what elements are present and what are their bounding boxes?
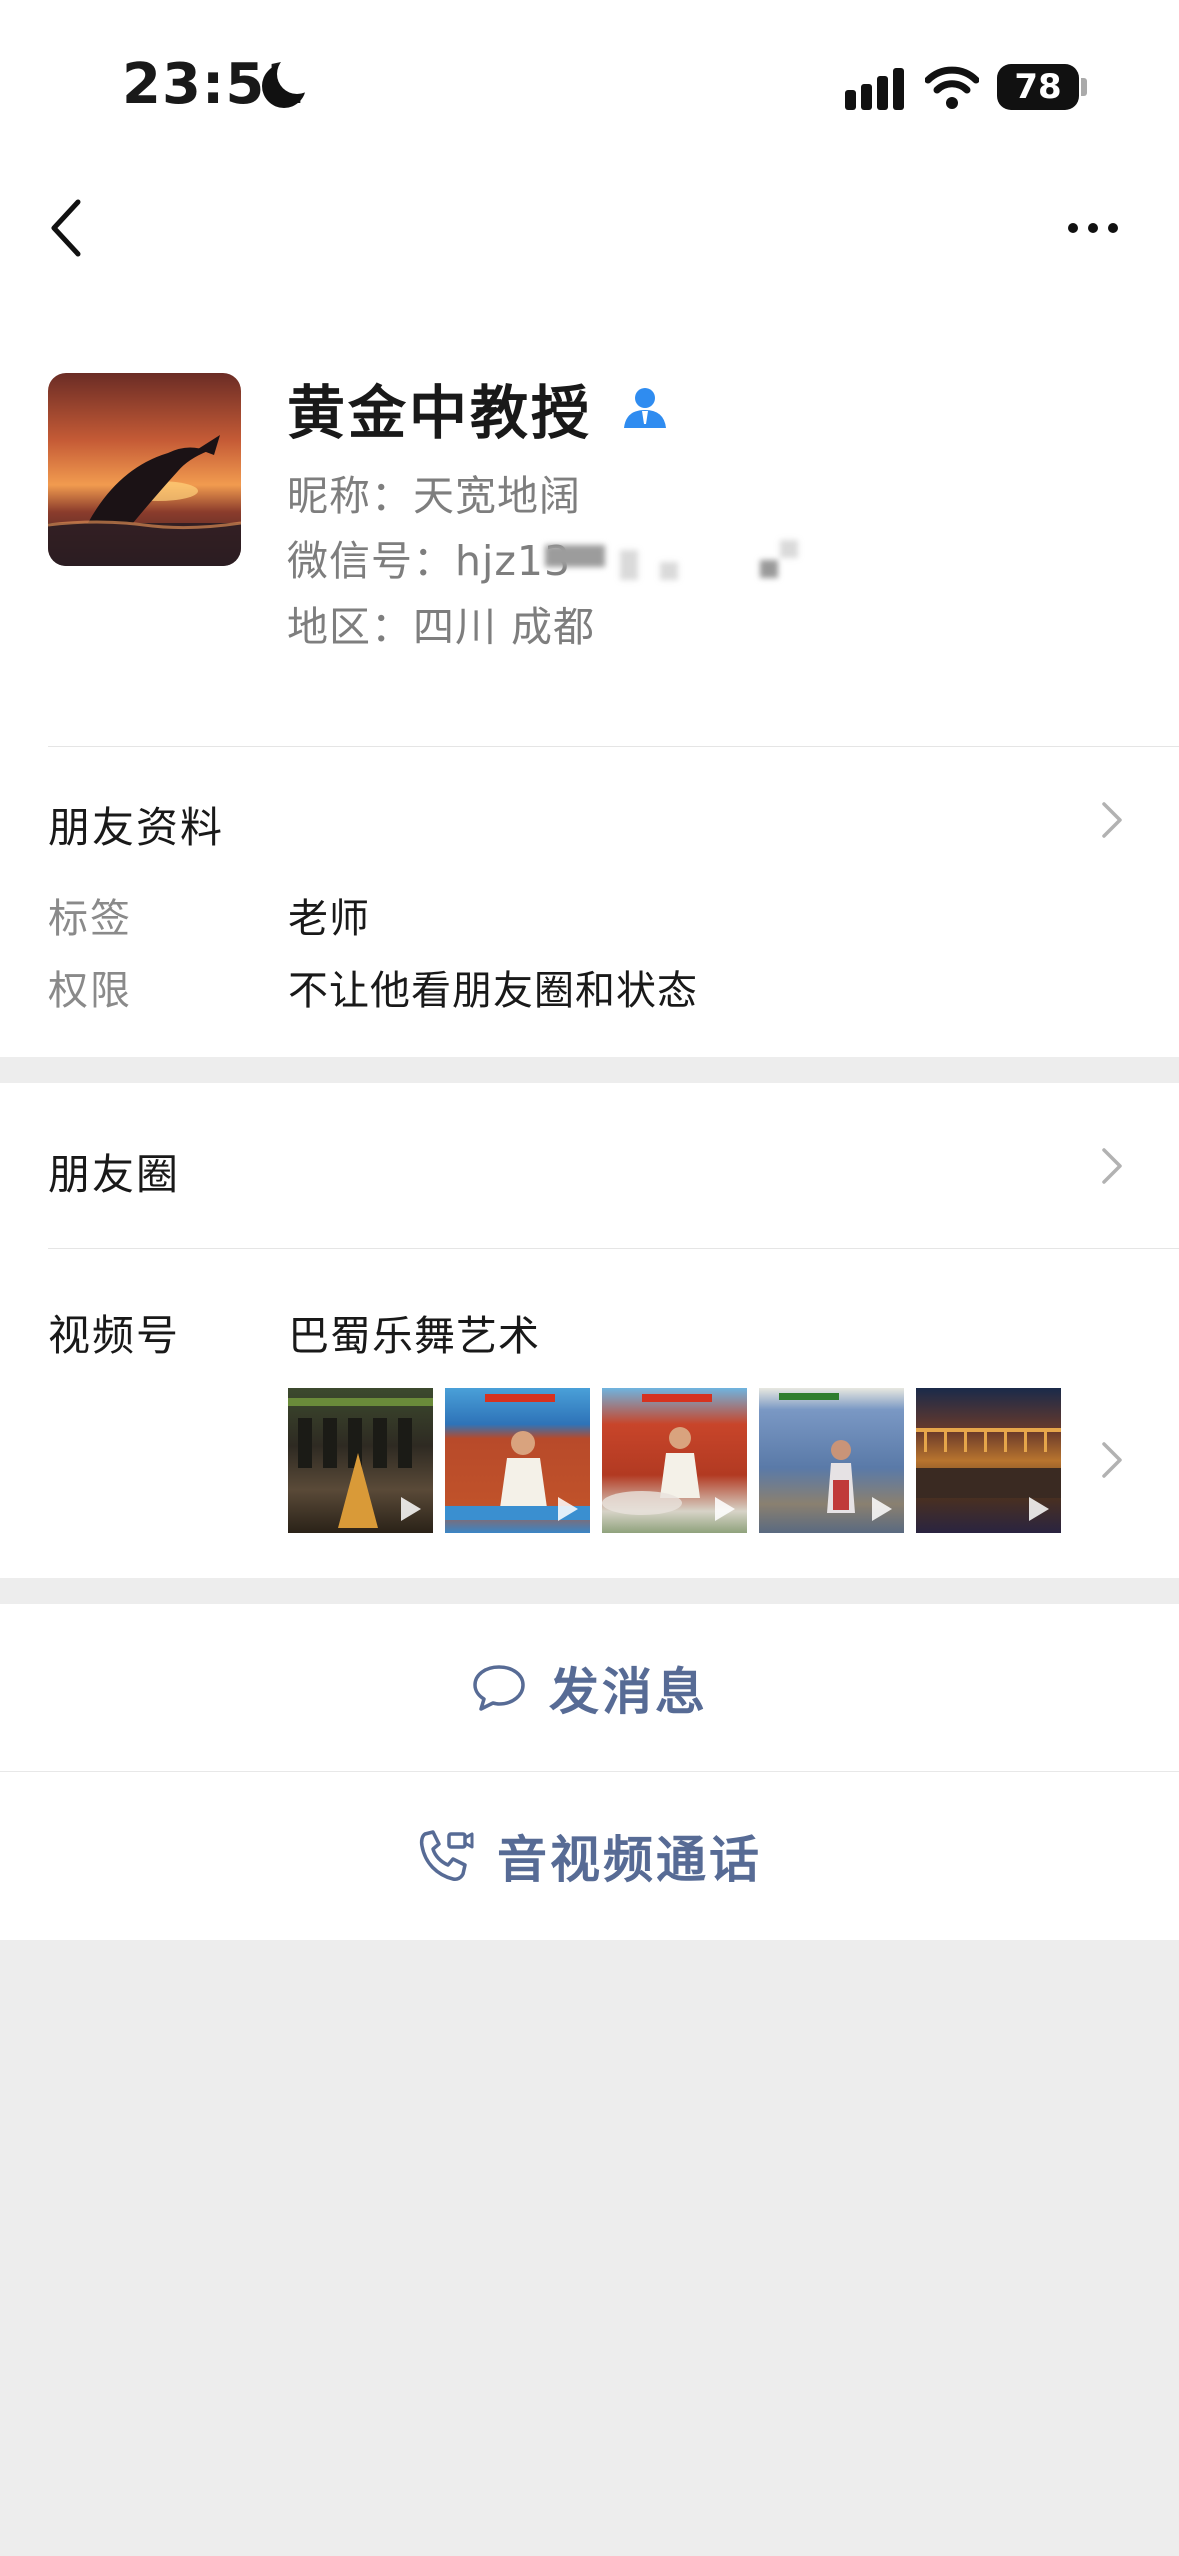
voice-video-call-label: 音视频通话 — [497, 1831, 762, 1889]
tag-value: 老师 — [288, 896, 370, 942]
channels-label: 视频号 — [48, 1311, 181, 1360]
wifi-icon — [925, 66, 979, 109]
voice-video-call-button[interactable]: 音视频通话 — [0, 1772, 1179, 1940]
channel-thumbnail[interactable] — [602, 1388, 747, 1533]
contact-name: 黄金中教授 — [287, 379, 593, 447]
moon-icon — [262, 54, 317, 108]
redaction-mark — [620, 550, 638, 580]
avatar[interactable] — [48, 373, 241, 566]
redaction-mark — [545, 545, 605, 567]
send-message-button[interactable]: 发消息 — [0, 1604, 1179, 1772]
friend-info-title[interactable]: 朋友资料 — [48, 794, 224, 855]
region: 地区：四川 成都 — [287, 603, 596, 651]
moments-title[interactable]: 朋友圈 — [48, 1141, 180, 1202]
battery-cap — [1081, 78, 1087, 96]
chevron-right-icon — [1102, 1442, 1122, 1478]
nickname: 昵称：天宽地阔 — [287, 472, 581, 520]
channel-thumbnail[interactable] — [288, 1388, 433, 1533]
permission-label: 权限 — [48, 968, 132, 1014]
chevron-right-icon — [1102, 1148, 1122, 1184]
battery-icon: 78 — [997, 64, 1079, 110]
channel-thumbnail[interactable] — [916, 1388, 1061, 1533]
divider — [48, 746, 1179, 747]
back-button[interactable] — [44, 196, 94, 260]
wechat-id: 微信号：hjz13 — [287, 537, 572, 585]
channel-thumbnail[interactable] — [445, 1388, 590, 1533]
tag-label: 标签 — [48, 896, 132, 942]
divider — [48, 1248, 1179, 1249]
chevron-right-icon — [1102, 802, 1122, 838]
channel-thumbnails — [288, 1388, 1061, 1533]
permission-value: 不让他看朋友圈和状态 — [288, 968, 698, 1014]
redaction-mark — [660, 562, 678, 580]
redaction-mark — [780, 540, 798, 558]
verified-person-icon — [624, 388, 666, 428]
phone-video-icon — [419, 1830, 474, 1881]
channel-thumbnail[interactable] — [759, 1388, 904, 1533]
channels-name[interactable]: 巴蜀乐舞艺术 — [288, 1302, 540, 1362]
signal-icon — [845, 68, 905, 110]
redaction-mark — [760, 560, 778, 578]
more-options-button[interactable] — [1060, 210, 1126, 246]
chat-bubble-icon — [473, 1665, 525, 1711]
send-message-label: 发消息 — [549, 1663, 708, 1721]
